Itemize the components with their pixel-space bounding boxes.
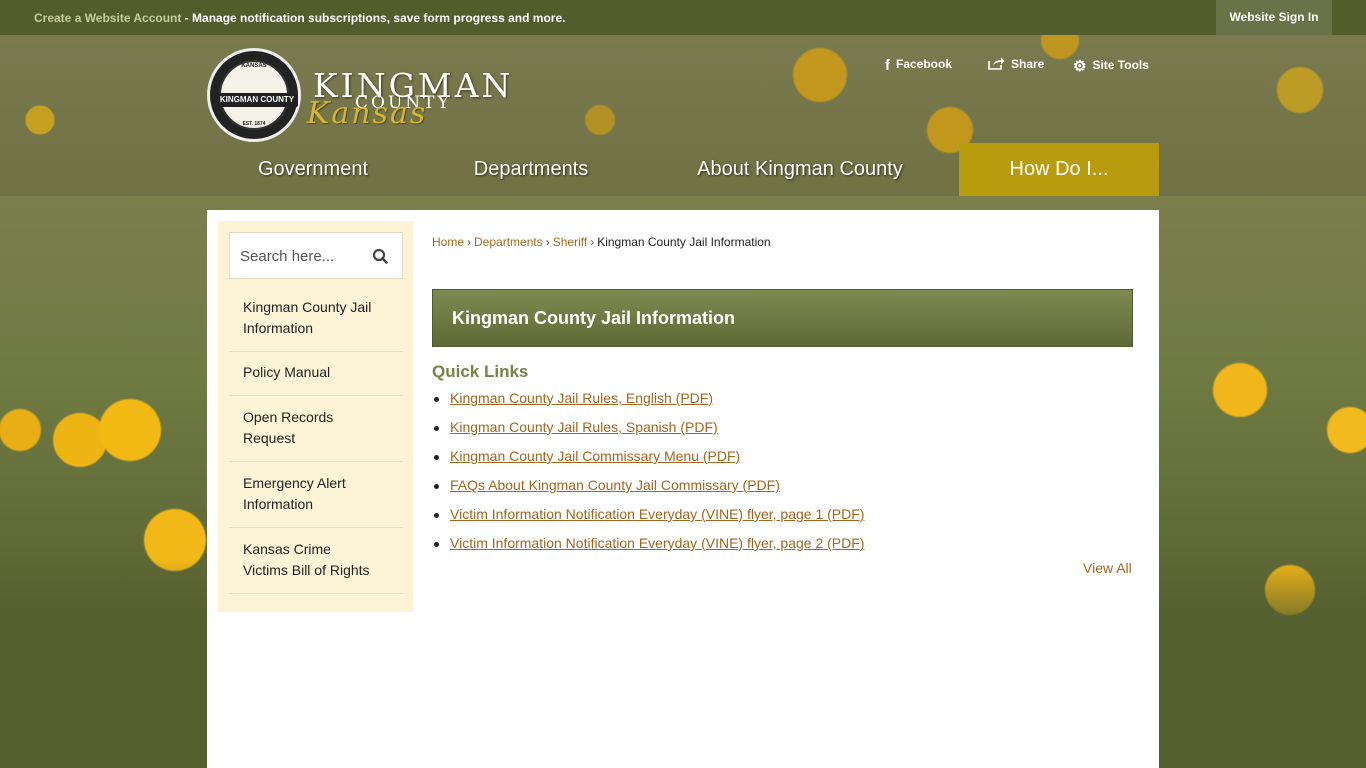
seal-bottom-text: EST. 1874	[242, 121, 266, 127]
gear-icon: ⚙	[1073, 58, 1087, 75]
share-link[interactable]: Share	[988, 57, 1044, 74]
sidebar-item-open-records-request[interactable]: Open Records Request	[229, 396, 403, 462]
nav-departments[interactable]: Departments	[431, 143, 631, 196]
sidebar-item-emergency-alert[interactable]: Emergency Alert Information	[229, 462, 403, 528]
list-item: Kingman County Jail Commissary Menu (PDF…	[432, 448, 864, 477]
list-item: FAQs About Kingman County Jail Commissar…	[432, 477, 864, 506]
list-item: Kingman County Jail Rules, Spanish (PDF)	[432, 419, 864, 448]
sidebar-item-label: Open Records	[243, 409, 334, 425]
account-message: Create a Website Account - Manage notifi…	[34, 11, 565, 25]
sidebar-item-label: Emergency Alert	[243, 475, 346, 491]
quick-link-commissary-faqs[interactable]: FAQs About Kingman County Jail Commissar…	[450, 477, 780, 493]
view-all-link[interactable]: View All	[1083, 560, 1132, 576]
sidebar-item-label: Kansas Crime	[243, 541, 331, 557]
website-sign-in-button[interactable]: Website Sign In	[1216, 0, 1332, 35]
facebook-link[interactable]: f Facebook	[885, 57, 952, 74]
quick-link-commissary-menu[interactable]: Kingman County Jail Commissary Menu (PDF…	[450, 448, 740, 464]
nav-about-kingman-county[interactable]: About Kingman County	[660, 143, 940, 196]
breadcrumb-departments[interactable]: Departments	[474, 235, 543, 249]
account-description: - Manage notification subscriptions, sav…	[181, 11, 566, 25]
search-box	[229, 232, 403, 279]
share-icon	[988, 57, 1005, 74]
share-label: Share	[1011, 57, 1045, 71]
quick-links-heading: Quick Links	[432, 362, 529, 381]
sidebar-item-crime-victims-rights[interactable]: Kansas Crime Victims Bill of Rights	[229, 528, 403, 594]
breadcrumb: Home › Departments › Sheriff › Kingman County …	[432, 235, 771, 249]
list-item: Victim Information Notification Everyday…	[432, 535, 864, 564]
page-title: Kingman County Jail Information	[452, 308, 736, 328]
facebook-label: Facebook	[896, 57, 953, 71]
sidebar-item-jail-information[interactable]: Kingman County Jail Information	[229, 286, 403, 352]
breadcrumb-separator: ›	[545, 235, 550, 249]
county-seal-logo[interactable]: KANSAS KINGMAN COUNTY EST. 1874	[207, 48, 301, 142]
quick-link-vine-flyer-page-2[interactable]: Victim Information Notification Everyday…	[450, 535, 864, 551]
search-input[interactable]	[240, 245, 365, 267]
sidebar-item-label: Information	[243, 320, 314, 336]
sidebar-item-policy-manual[interactable]: Policy Manual	[229, 352, 403, 396]
facebook-icon: f	[885, 57, 890, 74]
logo-state: Kansas	[307, 96, 428, 131]
site-tools-label: Site Tools	[1092, 58, 1149, 72]
page-title-band: Kingman County Jail Information	[432, 289, 1133, 347]
breadcrumb-home[interactable]: Home	[432, 235, 464, 249]
breadcrumb-separator: ›	[467, 235, 472, 249]
sidebar-item-label: Policy Manual	[243, 364, 331, 380]
quick-link-jail-rules-english[interactable]: Kingman County Jail Rules, English (PDF)	[450, 390, 713, 406]
search-button[interactable]	[370, 245, 392, 267]
sidebar-item-label: Request	[243, 430, 296, 446]
sidebar-item-label: Information	[243, 496, 314, 512]
sidebar-item-label: Kingman County Jail	[243, 299, 372, 315]
breadcrumb-separator: ›	[590, 235, 595, 249]
breadcrumb-current: Kingman County Jail Information	[597, 235, 771, 249]
list-item: Kingman County Jail Rules, English (PDF)	[432, 390, 864, 419]
nav-government[interactable]: Government	[213, 143, 413, 196]
quick-link-jail-rules-spanish[interactable]: Kingman County Jail Rules, Spanish (PDF)	[450, 419, 718, 435]
search-icon	[372, 248, 388, 264]
nav-how-do-i[interactable]: How Do I...	[959, 143, 1159, 196]
list-item: Victim Information Notification Everyday…	[432, 506, 864, 535]
breadcrumb-sheriff[interactable]: Sheriff	[553, 235, 587, 249]
quick-link-vine-flyer-page-1[interactable]: Victim Information Notification Everyday…	[450, 506, 864, 522]
sidebar-item-label: Victims Bill of Rights	[243, 562, 370, 578]
site-tools-link[interactable]: ⚙ Site Tools	[1073, 57, 1149, 75]
seal-top-text: KANSAS	[241, 63, 267, 69]
top-bar: Create a Website Account - Manage notifi…	[0, 0, 1366, 35]
quick-links-list: Kingman County Jail Rules, English (PDF)…	[432, 390, 864, 564]
seal-band-text: KINGMAN COUNTY	[216, 93, 298, 107]
create-account-link[interactable]: Create a Website Account	[34, 11, 181, 25]
